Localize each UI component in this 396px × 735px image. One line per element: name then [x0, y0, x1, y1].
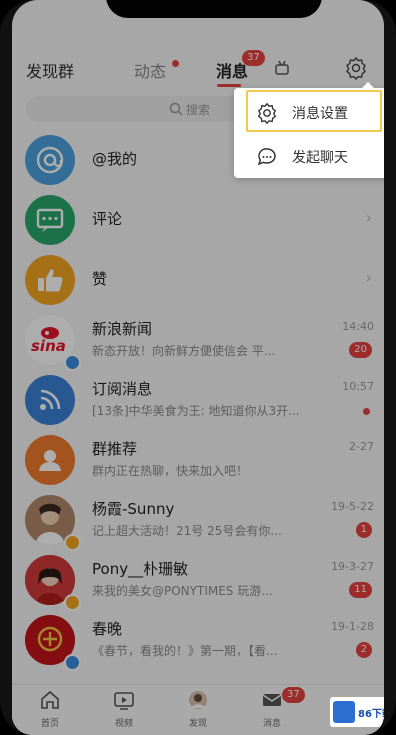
- menu-item-start-chat[interactable]: 发起聊天: [234, 136, 384, 176]
- screen: 发现群 动态 消息 37 搜索 @我的 评论 › 赞 › sina 新浪新闻 新…: [12, 0, 384, 735]
- watermark-logo-icon: [333, 701, 355, 723]
- watermark: 86下载网: [330, 697, 384, 727]
- chat-bubble-icon: [257, 148, 276, 166]
- menu-item-label: 发起聊天: [292, 150, 348, 166]
- phone-frame: 发现群 动态 消息 37 搜索 @我的 评论 › 赞 › sina 新浪新闻 新…: [0, 0, 396, 735]
- highlight-box: [246, 90, 382, 132]
- watermark-text: 86下载网: [358, 709, 384, 720]
